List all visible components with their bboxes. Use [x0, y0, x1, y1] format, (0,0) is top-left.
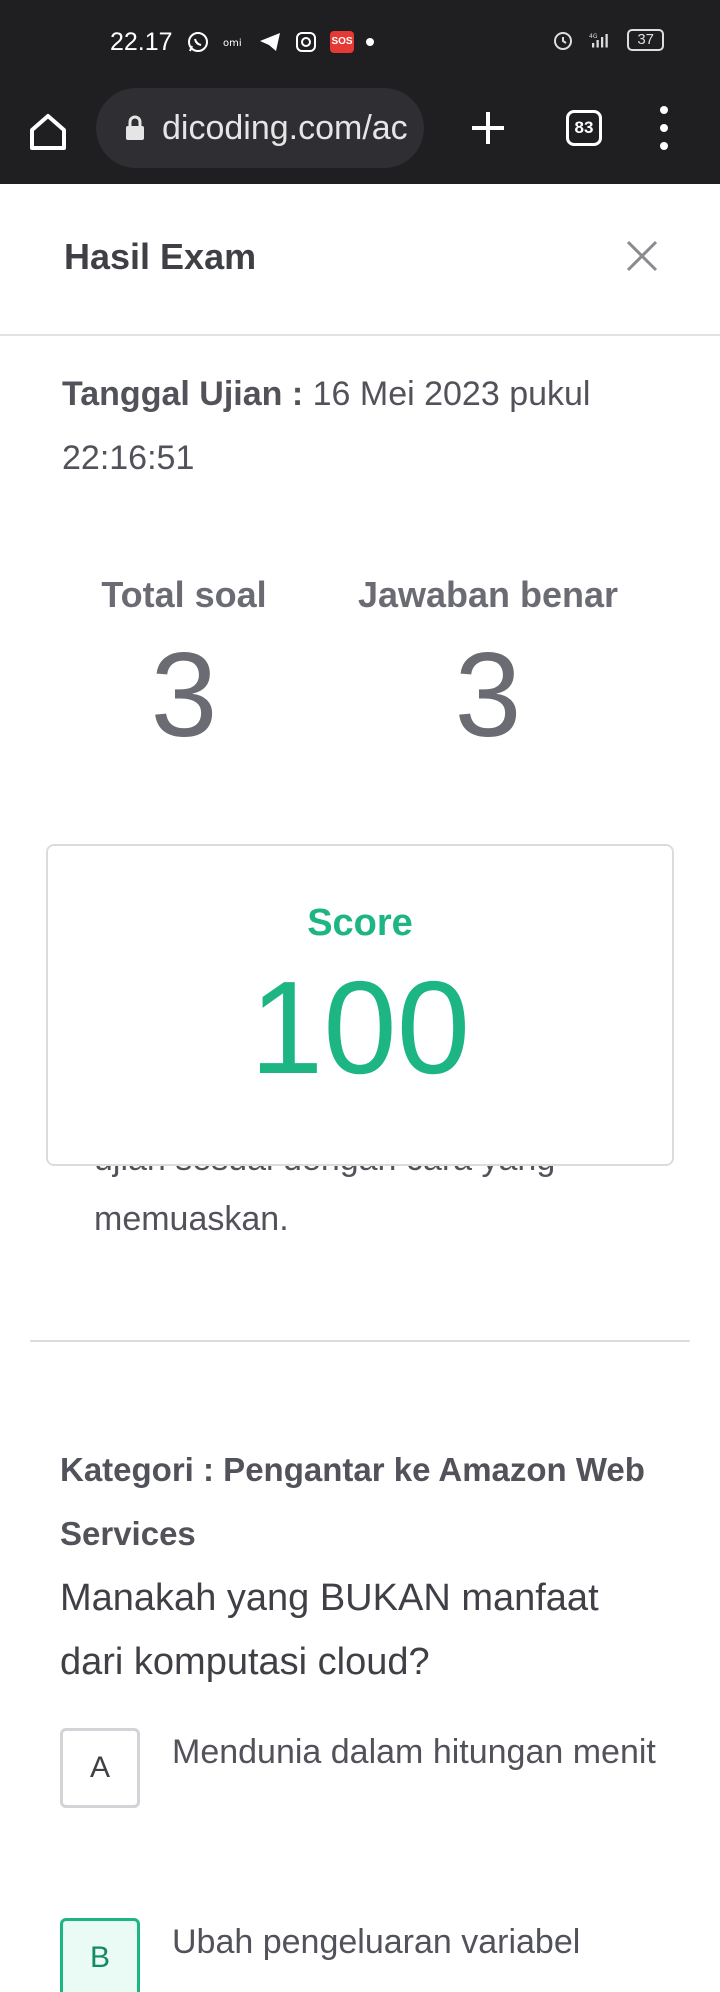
- status-bar: 22.17 omi SOS 4G 37: [0, 0, 720, 88]
- correct-answers-value: 3: [454, 628, 522, 762]
- lock-icon: [124, 115, 146, 141]
- system-icons: 4G 37: [551, 28, 664, 52]
- notification-icons: omi SOS: [186, 30, 374, 54]
- sos-icon: SOS: [330, 31, 354, 53]
- battery-icon: 37: [627, 29, 664, 51]
- score-label: Score: [307, 902, 413, 944]
- exam-date: Tanggal Ujian : 16 Mei 2023 pukul 22:16:…: [62, 362, 642, 490]
- question-text: Manakah yang BUKAN manfaat dari komputas…: [60, 1577, 599, 1683]
- browser-toolbar: dicoding.com/ac 83: [0, 88, 720, 184]
- dot-icon: [366, 38, 374, 46]
- modal-title: Hasil Exam: [64, 236, 257, 277]
- signal-icon: 4G: [589, 28, 613, 52]
- correct-answers-label: Jawaban benar: [357, 574, 619, 615]
- previous-answer-text: memuaskan.: [94, 1200, 289, 1238]
- total-questions-label: Total soal: [101, 574, 267, 615]
- option-a[interactable]: A Mendunia dalam hitungan menit: [60, 1728, 680, 1808]
- total-questions-value: 3: [150, 628, 218, 762]
- option-b-letter[interactable]: B: [60, 1918, 140, 1992]
- telegram-icon: [258, 30, 282, 54]
- close-icon[interactable]: [620, 234, 664, 278]
- svg-text:omi: omi: [223, 38, 242, 49]
- instagram-icon: [294, 30, 318, 54]
- exam-date-label: Tanggal Ujian :: [62, 375, 304, 413]
- option-a-text: Mendunia dalam hitungan menit: [172, 1733, 656, 1771]
- option-b[interactable]: B Ubah pengeluaran variabel: [60, 1918, 680, 1992]
- new-tab-icon[interactable]: [466, 106, 510, 150]
- tab-count-button[interactable]: 83: [566, 110, 602, 146]
- score-value: 100: [249, 954, 471, 1101]
- home-icon[interactable]: [24, 108, 72, 156]
- status-time: 22.17: [110, 28, 173, 56]
- score-card: Score 100: [46, 844, 674, 1166]
- whatsapp-icon: [186, 30, 210, 54]
- correct-answers: Jawaban benar 3: [350, 574, 626, 770]
- question-category: Kategori : Pengantar ke Amazon Web Servi…: [60, 1451, 645, 1552]
- option-b-text: Ubah pengeluaran variabel: [172, 1923, 581, 1961]
- omi-icon: omi: [222, 30, 246, 54]
- divider: [30, 1340, 690, 1342]
- url-text: dicoding.com/ac: [162, 108, 408, 147]
- svg-text:4G: 4G: [589, 33, 598, 40]
- more-menu-icon[interactable]: [650, 106, 678, 150]
- url-bar[interactable]: dicoding.com/ac: [96, 88, 424, 168]
- option-a-letter[interactable]: A: [60, 1728, 140, 1808]
- total-questions: Total soal 3: [82, 574, 286, 770]
- alarm-icon: [551, 28, 575, 52]
- modal-header: Hasil Exam: [0, 184, 720, 336]
